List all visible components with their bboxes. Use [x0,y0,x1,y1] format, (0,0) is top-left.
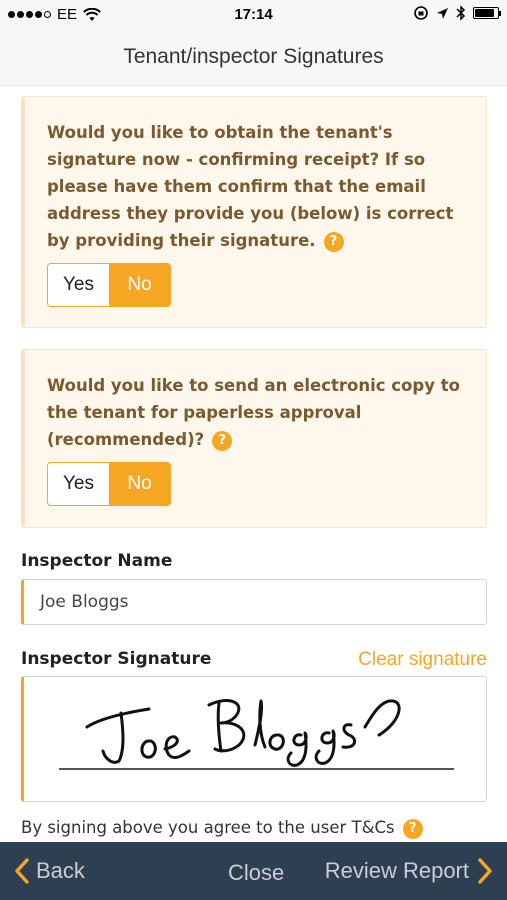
no-option[interactable]: No [109,463,170,505]
yes-option[interactable]: Yes [48,264,109,306]
question-text: Would you like to send an electronic cop… [47,372,467,453]
chevron-right-icon [478,858,492,884]
chevron-left-icon [15,858,29,884]
terms-text: By signing above you agree to the user T… [21,818,395,837]
signature-baseline [59,768,454,770]
tenant-signature-toggle: Yes No [47,263,171,307]
question2-label: Would you like to send an electronic cop… [47,376,460,449]
yes-option[interactable]: Yes [48,463,109,505]
clear-signature-button[interactable]: Clear signature [358,649,487,671]
electronic-copy-question-card: Would you like to send an electronic cop… [21,349,487,528]
review-label: Review Report [324,858,469,883]
status-bar: EE 17:14 [0,0,507,30]
rotation-lock-icon [414,6,428,20]
no-option[interactable]: No [109,264,170,306]
question-text: Would you like to obtain the tenant's si… [47,119,467,254]
nav-bar: Tenant/inspector Signatures [0,30,507,86]
back-label: Back [36,858,85,883]
review-report-button[interactable]: Review Report [325,858,493,884]
help-icon[interactable]: ? [402,818,423,839]
signature-drawing [85,699,401,767]
bluetooth-icon [456,5,466,21]
bottom-toolbar: Back Close Review Report [0,842,507,900]
page-title: Tenant/inspector Signatures [123,45,384,68]
close-button[interactable]: Close [228,860,284,886]
tenant-signature-question-card: Would you like to obtain the tenant's si… [21,96,487,328]
status-right [413,5,501,21]
terms-agreement: By signing above you agree to the user T… [21,818,423,839]
location-icon [437,7,448,19]
help-icon[interactable]: ? [212,430,233,451]
inspector-signature-label: Inspector Signature [21,649,212,669]
inspector-name-input[interactable]: Joe Bloggs [21,579,487,625]
back-button[interactable]: Back [14,858,85,884]
question1-label: Would you like to obtain the tenant's si… [47,123,454,250]
battery-icon [473,7,501,19]
inspector-name-value: Joe Bloggs [40,592,129,612]
battery-fill [475,9,494,17]
inspector-name-label: Inspector Name [21,551,173,571]
signature-pad[interactable] [21,676,487,802]
help-icon[interactable]: ? [323,231,344,252]
electronic-copy-toggle: Yes No [47,462,171,506]
